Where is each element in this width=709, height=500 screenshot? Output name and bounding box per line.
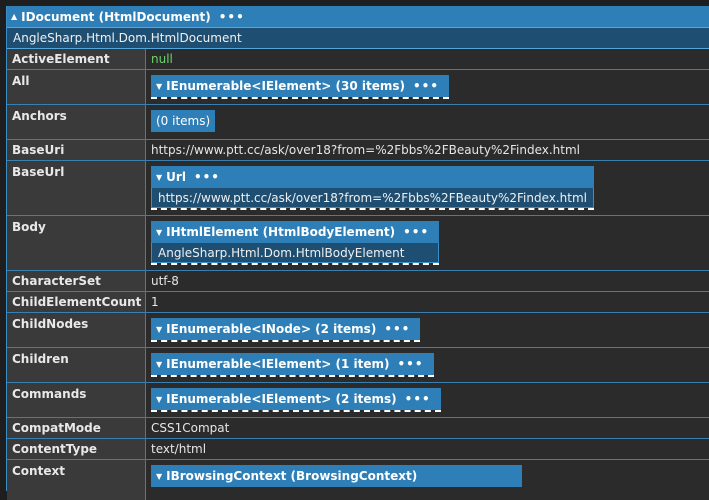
collapse-triangle-icon[interactable]: ▼: [156, 395, 162, 404]
expandable-node[interactable]: ▼ IEnumerable<IElement> (1 item) •••: [151, 353, 434, 377]
property-row: ChildNodes ▼ IEnumerable<INode> (2 items)…: [7, 313, 709, 348]
property-value: ▼ IHtmlElement (HtmlBodyElement) ••• Angle…: [146, 216, 709, 270]
property-name: Children: [7, 348, 146, 382]
property-name: ActiveElement: [7, 49, 146, 69]
property-name: Anchors: [7, 105, 146, 139]
node-type-label: IEnumerable<INode> (2 items): [166, 322, 377, 336]
property-row: Context ▼ IBrowsingContext (BrowsingConte…: [7, 460, 709, 500]
property-name: BaseUrl: [7, 161, 146, 215]
expandable-node[interactable]: ▼ IBrowsingContext (BrowsingContext): [151, 465, 523, 487]
node-value: https://www.ptt.cc/ask/over18?from=%2Fbb…: [151, 188, 595, 208]
inspector-header[interactable]: ▲ IDocument (HtmlDocument) •••: [7, 6, 709, 28]
node-type-label: IEnumerable<IElement> (30 items): [166, 79, 406, 93]
property-value: text/html: [146, 439, 709, 459]
empty-collection-badge[interactable]: (0 items): [151, 110, 216, 132]
property-value: ▼ Url ••• https://www.ptt.cc/ask/over18?fr…: [146, 161, 709, 215]
property-row: CharacterSet utf-8: [7, 271, 709, 292]
property-name: ChildNodes: [7, 313, 146, 347]
collapse-triangle-icon[interactable]: ▼: [156, 173, 162, 182]
expandable-node[interactable]: ▼ Url ••• https://www.ptt.cc/ask/over18?fr…: [151, 166, 595, 210]
node-type-label: IEnumerable<IElement> (2 items): [166, 392, 397, 406]
property-row: CompatMode CSS1Compat: [7, 418, 709, 439]
more-options-icon[interactable]: •••: [398, 357, 424, 371]
property-name: CharacterSet: [7, 271, 146, 291]
more-options-icon[interactable]: •••: [405, 392, 431, 406]
property-value: ▼ IEnumerable<IElement> (2 items) •••: [146, 383, 709, 417]
property-row: ContentType text/html: [7, 439, 709, 460]
more-options-icon[interactable]: •••: [384, 322, 410, 336]
node-type-label: IHtmlElement (HtmlBodyElement): [166, 225, 396, 239]
property-row: Body ▼ IHtmlElement (HtmlBodyElement) ••• …: [7, 216, 709, 271]
property-name: Body: [7, 216, 146, 270]
expandable-node[interactable]: ▼ IEnumerable<IElement> (30 items) •••: [151, 75, 450, 99]
property-value: 1: [146, 292, 709, 312]
node-value: AngleSharp.Html.Dom.HtmlBodyElement: [151, 243, 440, 263]
collapse-triangle-icon[interactable]: ▼: [156, 228, 162, 237]
property-value: ▼ IEnumerable<IElement> (30 items) •••: [146, 70, 709, 104]
collapse-triangle-icon[interactable]: ▲: [11, 12, 17, 21]
node-type-label: IEnumerable<IElement> (1 item): [166, 357, 390, 371]
property-name: Commands: [7, 383, 146, 417]
property-row: BaseUrl ▼ Url ••• https://www.ptt.cc/ask/o…: [7, 161, 709, 216]
property-name: ChildElementCount: [7, 292, 146, 312]
property-name: Context: [7, 460, 146, 500]
property-value: ▼ IBrowsingContext (BrowsingContext): [146, 460, 709, 500]
node-type-label: IBrowsingContext (BrowsingContext): [166, 469, 418, 483]
more-options-icon[interactable]: •••: [403, 225, 429, 239]
object-type-title: IDocument (HtmlDocument): [21, 9, 211, 24]
object-inspector: ▲ IDocument (HtmlDocument) ••• AngleShar…: [6, 6, 709, 500]
property-row: Anchors (0 items): [7, 105, 709, 140]
property-value: (0 items): [146, 105, 709, 139]
collapse-triangle-icon[interactable]: ▼: [156, 82, 162, 91]
more-options-icon[interactable]: •••: [413, 79, 439, 93]
property-value: CSS1Compat: [146, 418, 709, 438]
more-options-icon[interactable]: •••: [219, 10, 245, 24]
more-options-icon[interactable]: •••: [194, 170, 220, 184]
property-row: BaseUri https://www.ptt.cc/ask/over18?fr…: [7, 140, 709, 161]
object-full-type: AngleSharp.Html.Dom.HtmlDocument: [7, 28, 709, 49]
property-value: ▼ IEnumerable<INode> (2 items) •••: [146, 313, 709, 347]
collapse-triangle-icon[interactable]: ▼: [156, 360, 162, 369]
property-row: All ▼ IEnumerable<IElement> (30 items) •••: [7, 70, 709, 105]
property-name: BaseUri: [7, 140, 146, 160]
expandable-node[interactable]: ▼ IHtmlElement (HtmlBodyElement) ••• Angle…: [151, 221, 440, 265]
property-value: https://www.ptt.cc/ask/over18?from=%2Fbb…: [146, 140, 709, 160]
property-name: CompatMode: [7, 418, 146, 438]
collapse-triangle-icon[interactable]: ▼: [156, 325, 162, 334]
null-value: null: [151, 52, 173, 66]
property-name: All: [7, 70, 146, 104]
property-row: Children ▼ IEnumerable<IElement> (1 item)…: [7, 348, 709, 383]
property-value: utf-8: [146, 271, 709, 291]
node-type-label: Url: [166, 170, 186, 184]
property-row: ChildElementCount 1: [7, 292, 709, 313]
expandable-node[interactable]: ▼ IEnumerable<IElement> (2 items) •••: [151, 388, 441, 412]
property-value: ▼ IEnumerable<IElement> (1 item) •••: [146, 348, 709, 382]
property-row: ActiveElement null: [7, 49, 709, 70]
expandable-node[interactable]: ▼ IEnumerable<INode> (2 items) •••: [151, 318, 421, 342]
property-row: Commands ▼ IEnumerable<IElement> (2 items…: [7, 383, 709, 418]
property-value: null: [146, 49, 709, 69]
collapse-triangle-icon[interactable]: ▼: [156, 472, 162, 481]
property-name: ContentType: [7, 439, 146, 459]
